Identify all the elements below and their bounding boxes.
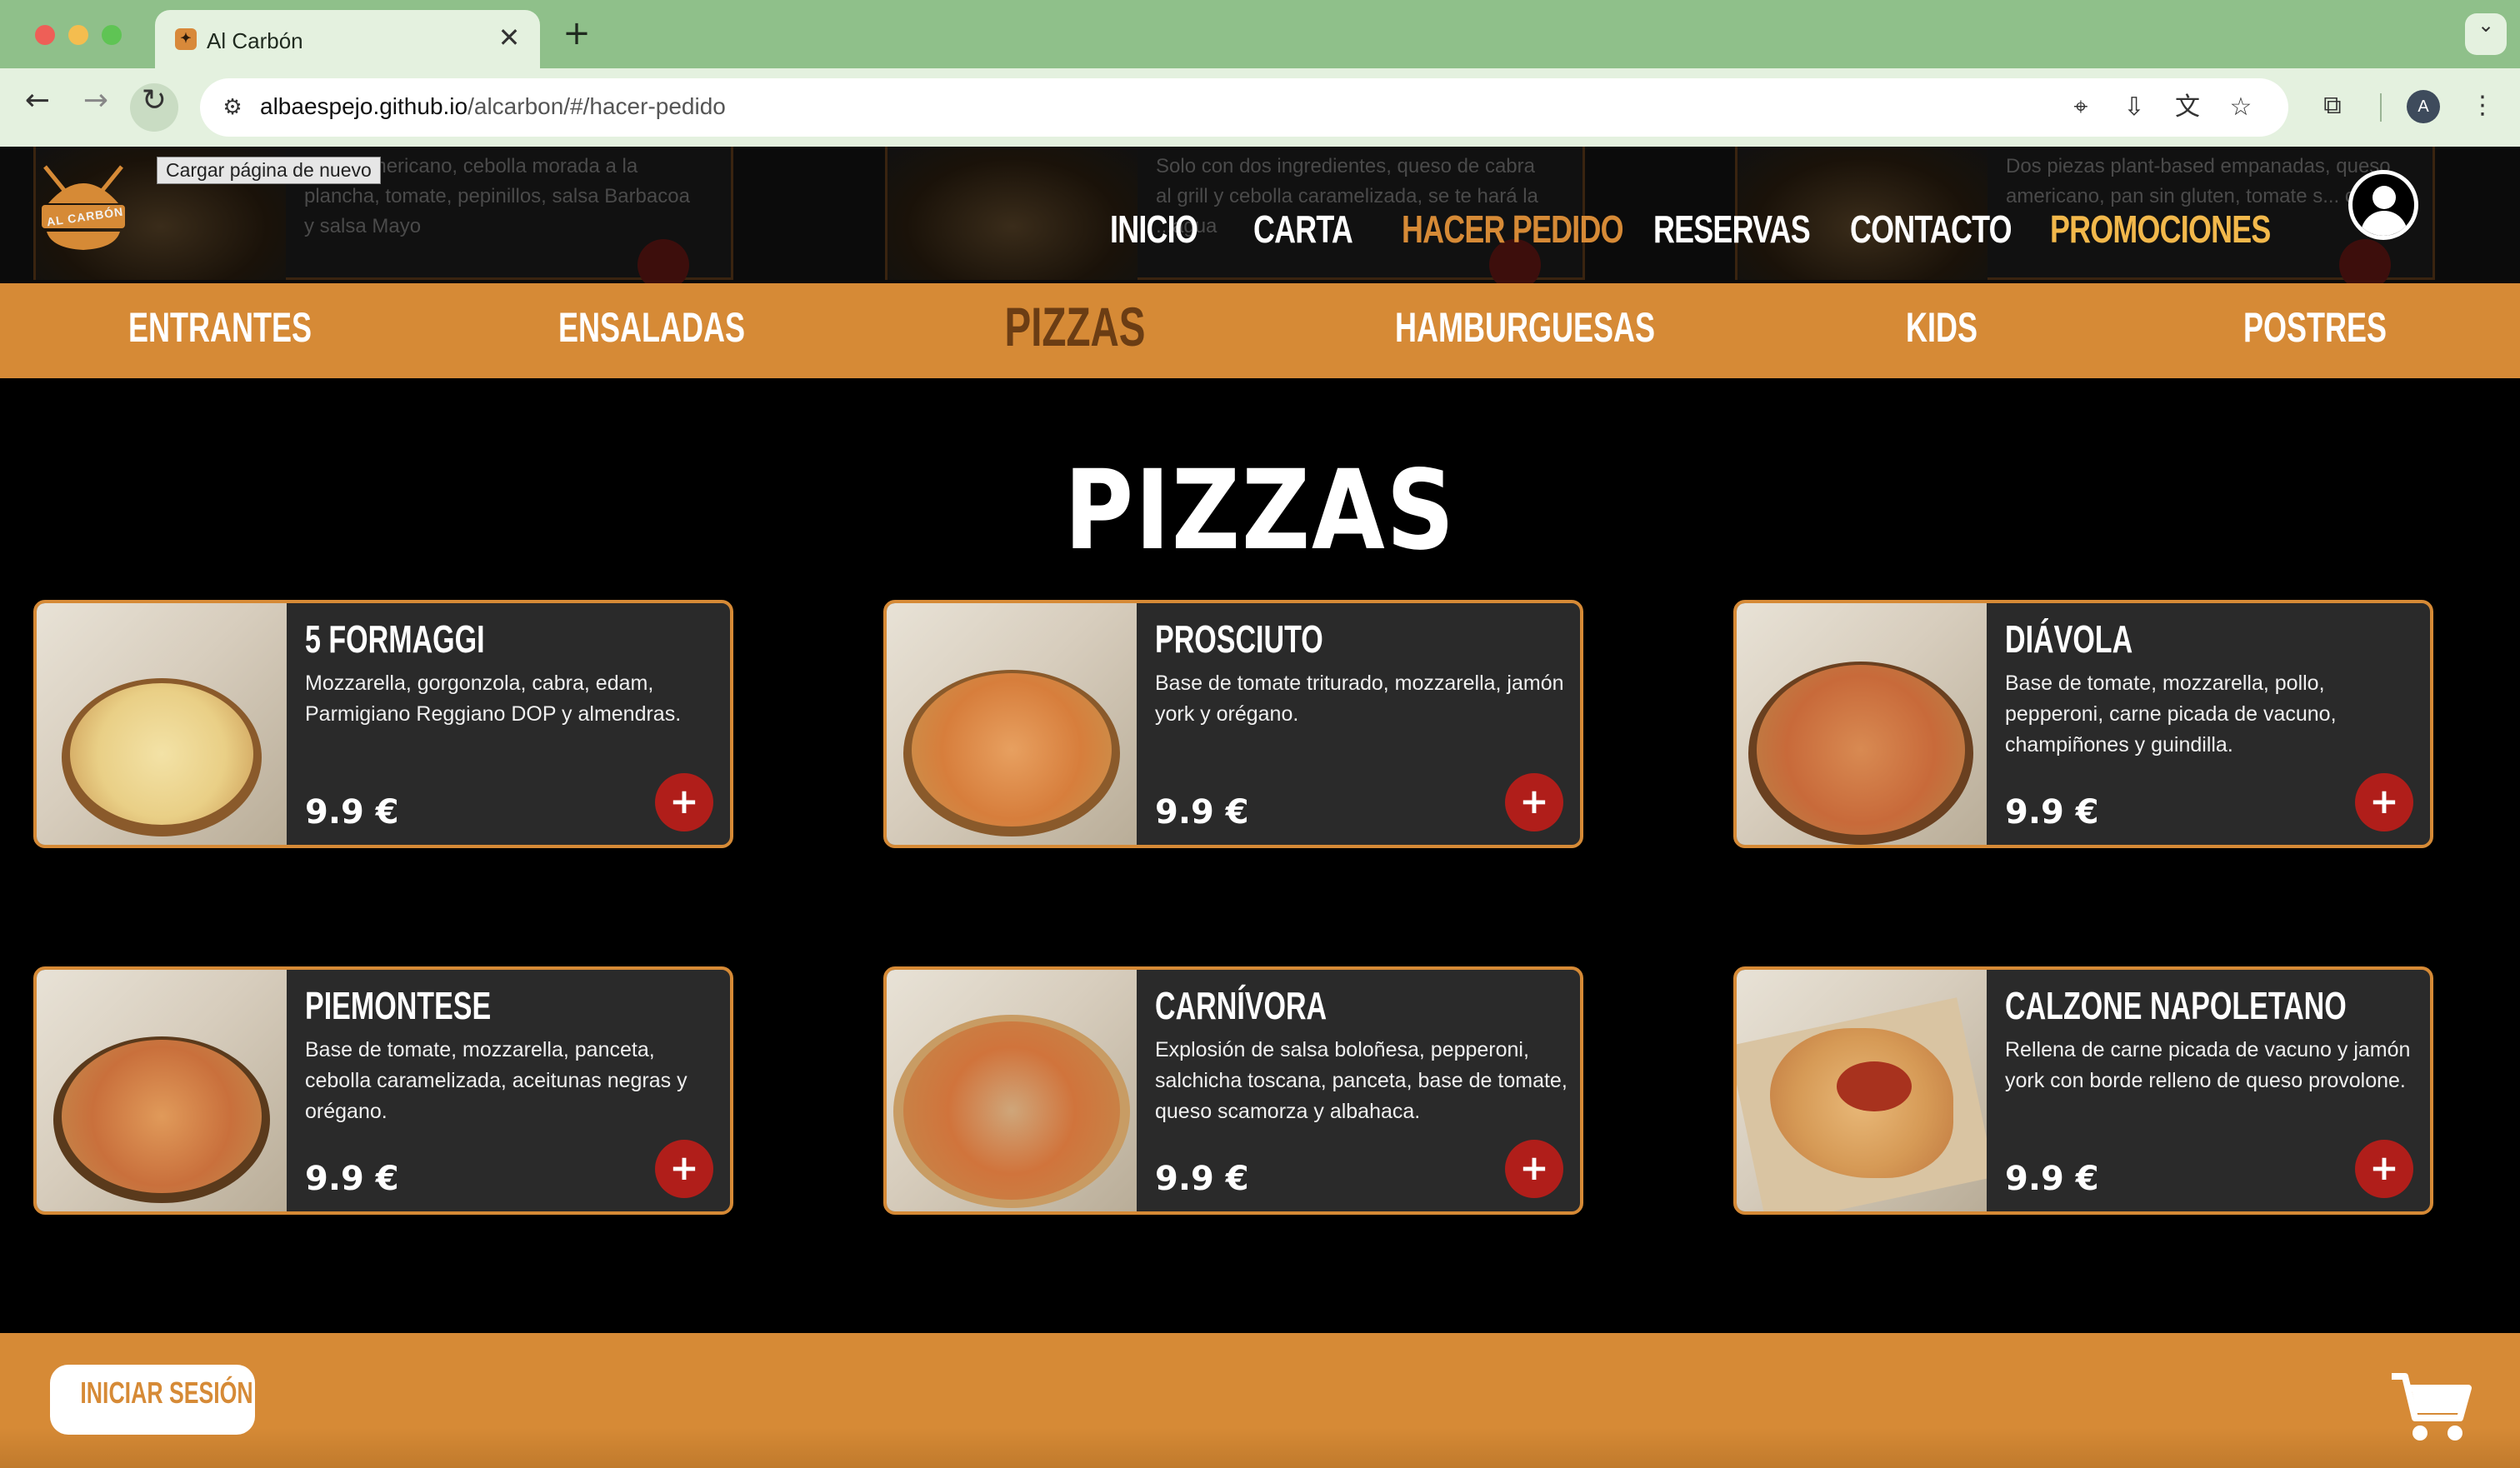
- background-card-text: Dos piezas plant-based empanadas, queso …: [2006, 155, 2400, 207]
- category-ensaladas[interactable]: ENSALADAS: [502, 303, 802, 352]
- product-description: Explosión de salsa boloñesa, pepperoni, …: [1155, 1038, 1568, 1123]
- product-price: 9.9 €: [1155, 793, 1249, 831]
- section-title: PIZZAS: [1063, 447, 1456, 575]
- forward-arrow-icon[interactable]: →: [72, 83, 120, 132]
- product-description: Mozzarella, gorgonzola, cabra, edam, Par…: [305, 672, 682, 726]
- add-to-cart-button[interactable]: +: [2355, 1140, 2413, 1198]
- category-entrantes[interactable]: ENTRANTES: [70, 303, 370, 352]
- product-card: 5 FORMAGGI Mozzarella, gorgonzola, cabra…: [33, 600, 733, 848]
- install-app-icon[interactable]: ⇩: [2117, 90, 2152, 125]
- login-button[interactable]: INICIAR SESIÓN: [50, 1365, 255, 1435]
- pizza-photo: [1737, 970, 1987, 1211]
- pizza-photo: [887, 603, 1137, 845]
- product-price: 9.9 €: [305, 793, 399, 831]
- product-card: PROSCIUTO Base de tomate triturado, mozz…: [883, 600, 1583, 848]
- pizza-photo: [37, 970, 287, 1211]
- add-to-cart-button[interactable]: +: [655, 773, 713, 831]
- category-pizzas[interactable]: PIZZAS: [925, 295, 1225, 358]
- reload-icon[interactable]: ↻: [130, 83, 178, 132]
- product-name: PIEMONTESE: [305, 984, 492, 1027]
- background-add-button: [638, 239, 689, 283]
- pizza-photo: [1737, 603, 1987, 845]
- category-kids[interactable]: KIDS: [1792, 303, 2092, 352]
- browser-toolbar: ← → ↻ ⚙ albaespejo.github.io/alcarbon/#/…: [0, 68, 2520, 147]
- site-footer: INICIAR SESIÓN: [0, 1333, 2520, 1468]
- tab-search-chevron-icon[interactable]: ⌄: [2465, 13, 2507, 55]
- product-price: 9.9 €: [2005, 793, 2099, 831]
- more-menu-icon[interactable]: ⋮: [2462, 85, 2503, 127]
- user-head-shape: [2372, 186, 2396, 209]
- category-bar: ENTRANTES ENSALADAS PIZZAS HAMBURGUESAS …: [0, 283, 2520, 378]
- product-price: 9.9 €: [305, 1160, 399, 1198]
- product-card: CALZONE NAPOLETANO Rellena de carne pica…: [1733, 966, 2433, 1215]
- cart-glyph: [2392, 1373, 2472, 1441]
- nav-hacer-pedido[interactable]: HACER PEDIDO: [1402, 207, 1624, 252]
- product-name: CARNÍVORA: [1155, 984, 1328, 1027]
- add-to-cart-button[interactable]: +: [2355, 773, 2413, 831]
- product-name: PROSCIUTO: [1155, 617, 1323, 661]
- site-settings-icon[interactable]: ⚙: [217, 92, 248, 123]
- nav-inicio[interactable]: INICIO: [1110, 207, 1198, 252]
- tab-close-icon[interactable]: ✕: [495, 23, 523, 52]
- minimize-window-button[interactable]: [68, 25, 88, 45]
- background-add-button: [2339, 239, 2391, 283]
- close-window-button[interactable]: [35, 25, 55, 45]
- product-card: PIEMONTESE Base de tomate, mozzarella, p…: [33, 966, 733, 1215]
- reload-tooltip: Cargar página de nuevo: [157, 157, 381, 184]
- bookmark-star-icon[interactable]: ☆: [2223, 90, 2258, 125]
- burger-favicon-icon: ✦: [175, 28, 197, 50]
- product-description: Base de tomate, mozzarella, panceta, ceb…: [305, 1038, 688, 1123]
- shopping-cart-icon[interactable]: [2390, 1370, 2472, 1445]
- add-to-cart-button[interactable]: +: [1505, 773, 1563, 831]
- product-description: Base de tomate, mozzarella, pollo, peppe…: [2005, 672, 2337, 756]
- category-hamburguesas[interactable]: HAMBURGUESAS: [1375, 303, 1675, 352]
- location-pin-icon[interactable]: ⌖: [2063, 90, 2098, 125]
- background-card-photo: [888, 147, 1138, 280]
- add-to-cart-button[interactable]: +: [1505, 1140, 1563, 1198]
- profile-avatar[interactable]: A: [2407, 90, 2440, 123]
- maximize-window-button[interactable]: [102, 25, 122, 45]
- pizza-photo: [37, 603, 287, 845]
- product-price: 9.9 €: [1155, 1160, 1249, 1198]
- product-description: Rellena de carne picada de vacuno y jamó…: [2005, 1038, 2411, 1092]
- al-carbon-logo[interactable]: AL CARBÓN: [32, 160, 135, 258]
- new-tab-button[interactable]: +: [558, 15, 595, 52]
- nav-contacto[interactable]: CONTACTO: [1850, 207, 2012, 252]
- user-body-shape: [2361, 211, 2408, 236]
- page-content: ...eso americano, cebolla morada a la pl…: [0, 147, 2520, 1468]
- user-account-icon[interactable]: [2348, 170, 2418, 240]
- tab-title: Al Carbón: [207, 28, 303, 53]
- nav-promociones[interactable]: PROMOCIONES: [2050, 207, 2271, 252]
- product-name: 5 FORMAGGI: [305, 617, 485, 661]
- translate-icon[interactable]: 文: [2170, 90, 2205, 125]
- browser-tab-active[interactable]: ✦ Al Carbón ✕: [155, 10, 540, 68]
- url-text[interactable]: albaespejo.github.io/alcarbon/#/hacer-pe…: [260, 93, 726, 120]
- background-product-card: ...eso americano, cebolla morada a la pl…: [33, 147, 733, 283]
- back-arrow-icon[interactable]: ←: [13, 83, 62, 132]
- product-description: Base de tomate triturado, mozzarella, ja…: [1155, 672, 1564, 726]
- nav-reservas[interactable]: RESERVAS: [1653, 207, 1811, 252]
- pizza-photo: [887, 970, 1137, 1211]
- product-name: DIÁVOLA: [2005, 617, 2133, 661]
- product-card: DIÁVOLA Base de tomate, mozzarella, poll…: [1733, 600, 2433, 848]
- product-name: CALZONE NAPOLETANO: [2005, 984, 2347, 1027]
- product-price: 9.9 €: [2005, 1160, 2099, 1198]
- nav-carta[interactable]: CARTA: [1253, 207, 1353, 252]
- product-card: CARNÍVORA Explosión de salsa boloñesa, p…: [883, 966, 1583, 1215]
- browser-tabstrip: ✦ Al Carbón ✕ + ⌄: [0, 0, 2520, 68]
- category-postres[interactable]: POSTRES: [2165, 303, 2465, 352]
- address-bar[interactable]: ⚙ albaespejo.github.io/alcarbon/#/hacer-…: [200, 78, 2288, 137]
- extensions-puzzle-icon[interactable]: ⧉: [2312, 85, 2353, 127]
- toolbar-divider: [2380, 93, 2382, 122]
- add-to-cart-button[interactable]: +: [655, 1140, 713, 1198]
- login-button-label: INICIAR SESIÓN: [80, 1376, 253, 1410]
